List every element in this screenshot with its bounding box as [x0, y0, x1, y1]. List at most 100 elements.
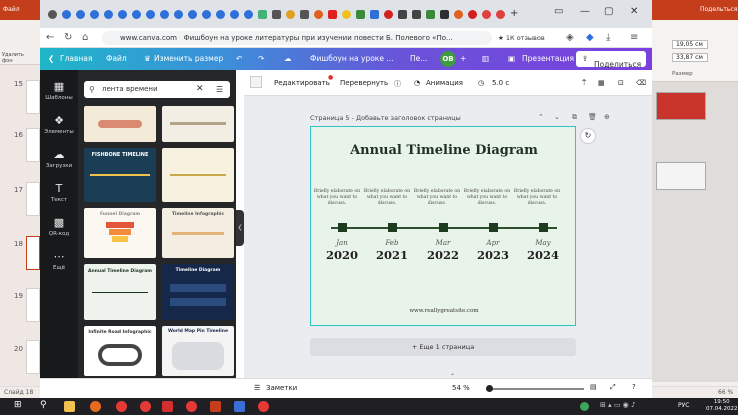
slide-thumbnail[interactable]: [26, 288, 40, 322]
duplicate-page-icon[interactable]: ⧉: [572, 113, 577, 122]
website-text[interactable]: www.reallygreatsite.com: [311, 308, 577, 314]
timeline-year[interactable]: 2023: [471, 248, 515, 262]
firefox-icon[interactable]: [90, 401, 101, 412]
help-icon[interactable]: ?: [632, 383, 636, 391]
tab-favicon[interactable]: [104, 10, 113, 19]
ppt-height-field[interactable]: 19,05 см: [672, 40, 708, 49]
tab-favicon[interactable]: [468, 10, 477, 19]
tab-favicon[interactable]: [286, 10, 295, 19]
transparency-icon[interactable]: ▦: [598, 79, 605, 87]
zoom-slider[interactable]: [486, 388, 584, 390]
clock[interactable]: 19:50 07.04.2022: [706, 399, 738, 413]
tab-favicon[interactable]: [384, 10, 393, 19]
tab-favicon[interactable]: [174, 10, 183, 19]
slide-thumbnail[interactable]: [26, 128, 40, 162]
timeline-year[interactable]: 2024: [521, 248, 565, 262]
template-thumbnail[interactable]: [162, 148, 234, 202]
slide-thumbnail[interactable]: [26, 340, 40, 374]
tab-favicon[interactable]: [300, 10, 309, 19]
timeline-blurb[interactable]: Briefly elaborate on what you want to di…: [513, 189, 561, 207]
stats-icon[interactable]: ▥: [482, 54, 489, 63]
timeline-month[interactable]: Jan: [320, 239, 364, 247]
rail-elements[interactable]: ❖ Элементы: [40, 114, 78, 135]
ppt-width-field[interactable]: 33,87 см: [672, 53, 708, 62]
tab-favicon[interactable]: [230, 10, 239, 19]
filter-icon[interactable]: ☰: [216, 81, 223, 98]
yandex-icon[interactable]: [116, 401, 127, 412]
trash-icon[interactable]: ⌫: [636, 79, 646, 87]
tab-favicon[interactable]: [272, 10, 281, 19]
timeline-blurb[interactable]: Briefly elaborate on what you want to di…: [313, 189, 361, 207]
template-thumbnail[interactable]: World Map Pin Timeline: [162, 326, 234, 376]
template-thumbnail[interactable]: [84, 106, 156, 142]
slide-thumbnail[interactable]: [26, 80, 40, 114]
shield-icon[interactable]: ◆: [586, 32, 594, 43]
url-field[interactable]: www.canva.com Фишбоун на уроке литератур…: [102, 31, 492, 45]
tab-list-icon[interactable]: [48, 10, 57, 19]
template-thumbnail[interactable]: Funnel Diagram: [84, 208, 156, 258]
user-button[interactable]: Пе...: [410, 54, 427, 63]
template-thumbnail[interactable]: FISHBONE TIMELINE: [84, 148, 156, 202]
word-icon[interactable]: [234, 401, 245, 412]
search-input[interactable]: ⚲ лента времени ✕ ☰: [84, 81, 230, 98]
share-button[interactable]: ⇪ Поделиться: [576, 51, 646, 69]
tray-arrows-icon[interactable]: ⊞ ▴ ▭ ◉ ♪: [600, 401, 635, 409]
ppt-share-label[interactable]: Подельться: [700, 6, 737, 13]
tab-favicon[interactable]: [188, 10, 197, 19]
clear-icon[interactable]: ✕: [196, 81, 204, 98]
design-canvas[interactable]: Annual Timeline Diagram Briefly elaborat…: [310, 126, 576, 326]
refresh-icon[interactable]: ↻: [580, 128, 596, 144]
collapse-panel-button[interactable]: ❮: [236, 210, 244, 246]
maximize-icon[interactable]: ▢: [604, 6, 613, 17]
file-menu[interactable]: Файл: [106, 54, 127, 63]
add-page-icon[interactable]: ⊕: [604, 113, 610, 121]
yandex-icon[interactable]: [258, 401, 269, 412]
ppt-file-tab[interactable]: Файл: [3, 6, 20, 13]
show-pages-icon[interactable]: ⌃: [450, 373, 455, 380]
reload-icon[interactable]: ↻: [64, 32, 72, 43]
paint-roller-icon[interactable]: ⍑: [582, 79, 586, 88]
timeline-month[interactable]: Feb: [370, 239, 414, 247]
tab-favicon[interactable]: [146, 10, 155, 19]
home-button[interactable]: Главная: [60, 54, 92, 63]
timeline-year[interactable]: 2022: [421, 248, 465, 262]
tab-favicon[interactable]: [216, 10, 225, 19]
template-thumbnail[interactable]: Infinite Road Infographic: [84, 326, 156, 376]
template-thumbnail[interactable]: [162, 106, 234, 142]
tab-favicon[interactable]: [454, 10, 463, 19]
slide-thumbnail[interactable]: [26, 182, 40, 216]
timeline-month[interactable]: Apr: [471, 239, 515, 247]
tab-favicon[interactable]: [132, 10, 141, 19]
back-chevron-icon[interactable]: ❮: [48, 54, 54, 63]
avatar[interactable]: OB: [440, 51, 456, 67]
zoom-knob[interactable]: [486, 385, 493, 392]
timeline-marker[interactable]: [338, 223, 347, 232]
timeline-year[interactable]: 2021: [370, 248, 414, 262]
pdf-icon[interactable]: [162, 401, 173, 412]
rail-text[interactable]: T Текст: [40, 182, 78, 203]
timeline-month[interactable]: Mar: [421, 239, 465, 247]
opera-icon[interactable]: [186, 401, 197, 412]
ppt-remove-bg[interactable]: Удалить фон: [2, 52, 32, 64]
timeline-month[interactable]: May: [521, 239, 565, 247]
explorer-icon[interactable]: [64, 401, 75, 412]
minimize-icon[interactable]: —: [580, 6, 590, 17]
tab-favicon[interactable]: [412, 10, 421, 19]
tab-favicon[interactable]: [62, 10, 71, 19]
color-swatch[interactable]: [250, 76, 262, 88]
rail-more[interactable]: ⋯ Ещё: [40, 250, 78, 271]
collapse-page-icon[interactable]: ⌃: [538, 113, 544, 121]
animation-button[interactable]: Анимация: [426, 79, 463, 87]
tray-icon[interactable]: [580, 402, 589, 411]
tab-favicon[interactable]: [356, 10, 365, 19]
search-icon[interactable]: ⚲: [40, 400, 47, 410]
home-icon[interactable]: ⌂: [82, 32, 88, 43]
timeline-blurb[interactable]: Briefly elaborate on what you want to di…: [363, 189, 411, 207]
bookmark-icon[interactable]: ▭: [554, 6, 563, 17]
zoom-value[interactable]: 54 %: [452, 384, 470, 392]
more-pages-button[interactable]: + Еще 1 страница: [310, 338, 576, 356]
notes-icon[interactable]: ☰: [254, 384, 260, 392]
tab-favicon[interactable]: [118, 10, 127, 19]
tab-favicon[interactable]: [244, 10, 253, 19]
tab-favicon[interactable]: [482, 10, 491, 19]
